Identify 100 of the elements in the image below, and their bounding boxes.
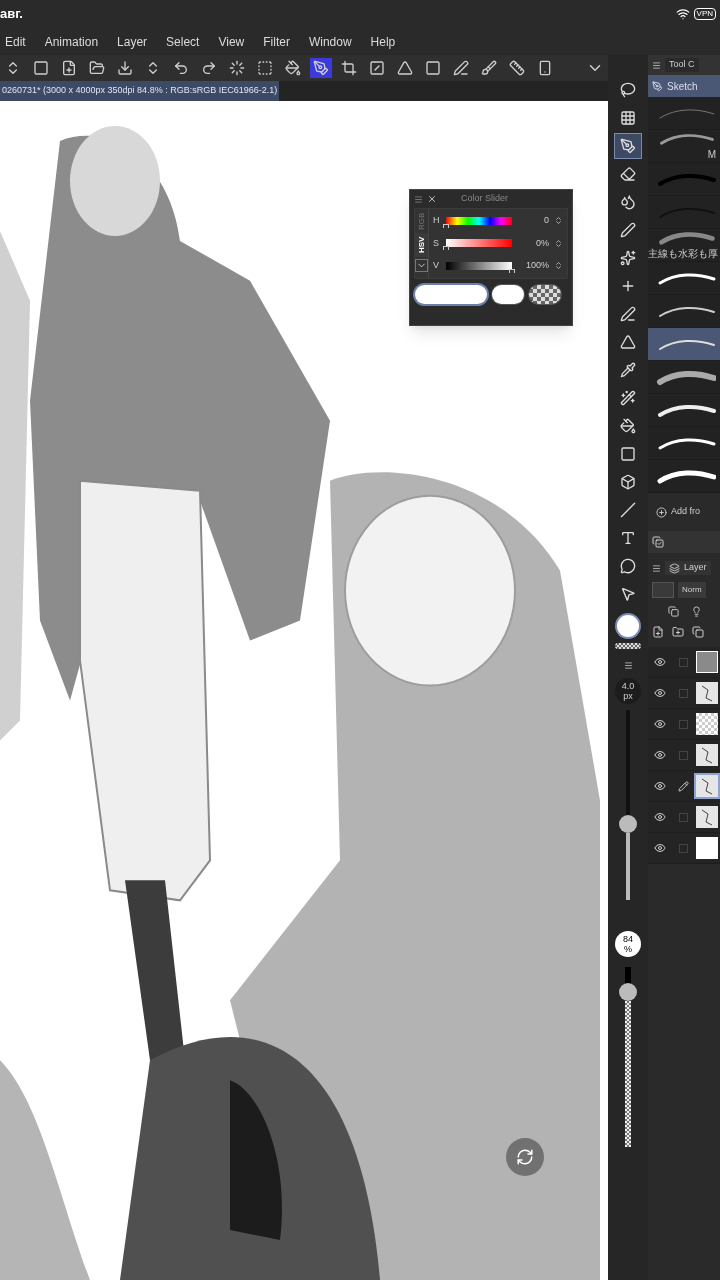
channel-value: 0	[544, 214, 549, 227]
eye-icon[interactable]	[654, 749, 666, 761]
layer-checkbox[interactable]	[678, 750, 688, 760]
eye-icon[interactable]	[654, 811, 666, 823]
spin-icon[interactable]	[554, 216, 563, 226]
layer-row[interactable]	[648, 678, 720, 709]
close-icon[interactable]	[427, 194, 437, 204]
slider-track[interactable]	[446, 216, 512, 225]
plus-circle-icon	[656, 506, 667, 518]
opacity-unit: %	[624, 944, 632, 954]
add-button[interactable]: Add fro	[648, 499, 720, 525]
layers-icon	[669, 562, 680, 574]
wifi-icon	[675, 7, 690, 21]
brush-item[interactable]: 主線も水彩も厚	[648, 229, 720, 262]
layer-thumbnail	[696, 837, 718, 859]
channel-label: V	[433, 259, 440, 272]
layer-thumbnail-frame[interactable]	[694, 649, 720, 675]
chevron-icon[interactable]	[415, 259, 428, 272]
opacity-fill[interactable]	[625, 1001, 631, 1147]
opacity-thumb[interactable]	[619, 983, 637, 1002]
pen-icon[interactable]	[310, 58, 332, 78]
pen-icon[interactable]	[614, 133, 642, 159]
layer-row[interactable]	[648, 647, 720, 678]
layer-thumbnail	[696, 806, 718, 828]
brush-item[interactable]	[648, 361, 720, 394]
panel-tab[interactable]: Tool C	[665, 58, 699, 72]
layer-thumbnail-frame[interactable]	[694, 680, 720, 706]
layer-checkbox[interactable]	[678, 843, 688, 853]
eye-icon[interactable]	[654, 780, 666, 792]
channel-value: 0%	[536, 236, 549, 250]
menu-item[interactable]: View	[218, 32, 245, 51]
spin-icon[interactable]	[554, 261, 563, 271]
mode-tab[interactable]: HSV	[415, 233, 428, 257]
color-swatch[interactable]	[415, 284, 487, 304]
rotate-icon	[516, 1148, 534, 1166]
group-tab[interactable]: Sketch	[648, 75, 720, 97]
slider-track[interactable]	[446, 261, 512, 270]
menu-icon[interactable]	[652, 563, 661, 573]
spin-icon[interactable]	[554, 238, 563, 248]
brush-item[interactable]	[648, 262, 720, 295]
layer-checkbox[interactable]	[678, 719, 688, 729]
layer-row[interactable]	[648, 802, 720, 833]
brush-item[interactable]	[648, 460, 720, 493]
transparent-swatch[interactable]	[529, 284, 561, 304]
layer-row[interactable]	[648, 740, 720, 771]
new-layer-icon[interactable]	[652, 626, 664, 638]
transparent-swatch[interactable]	[615, 643, 641, 649]
layer-thumbnail	[696, 713, 718, 735]
channel-label: H	[433, 214, 441, 227]
slider-thumb[interactable]	[509, 268, 515, 273]
brush-item[interactable]	[648, 295, 720, 328]
layer-thumbnail-frame[interactable]	[694, 711, 720, 737]
layer-checkbox[interactable]	[678, 812, 688, 822]
layer-checkbox[interactable]	[678, 688, 688, 698]
new-folder-icon[interactable]	[672, 626, 684, 638]
eye-icon[interactable]	[654, 656, 666, 668]
layer-row[interactable]	[648, 771, 720, 802]
copy-icon[interactable]	[668, 605, 679, 617]
layer-thumbnail-frame[interactable]	[694, 804, 720, 830]
layer-thumbnail-frame[interactable]	[694, 742, 720, 768]
slider-thumb[interactable]	[443, 223, 449, 228]
layers-check-icon[interactable]	[652, 536, 664, 548]
blend-mode-select[interactable]: Norm	[678, 582, 706, 598]
main-color-swatch[interactable]	[615, 613, 641, 639]
slider-thumb[interactable]	[443, 246, 449, 251]
layer-thumbnail	[696, 682, 718, 704]
layer-row[interactable]	[648, 833, 720, 864]
menu-item[interactable]: Filter	[263, 32, 290, 51]
color-mode-select[interactable]	[652, 582, 674, 598]
menu-item[interactable]: Layer	[117, 32, 148, 51]
menu-item[interactable]: Edit	[5, 32, 26, 51]
menu-icon[interactable]	[652, 60, 661, 70]
brush-item[interactable]	[648, 394, 720, 427]
brush-item[interactable]: M	[648, 130, 720, 163]
status-date: авг.	[0, 5, 23, 24]
menu-item[interactable]: Window	[308, 32, 352, 51]
eye-icon[interactable]	[654, 718, 666, 730]
brush-item[interactable]	[648, 328, 720, 361]
layer-checkbox[interactable]	[678, 657, 688, 667]
panel-tab[interactable]: Layer	[665, 561, 711, 575]
brush-item[interactable]	[648, 427, 720, 460]
copy-icon[interactable]	[692, 626, 704, 638]
eye-icon[interactable]	[654, 687, 666, 699]
lamp-icon[interactable]	[691, 605, 702, 617]
layer-thumbnail-frame[interactable]	[694, 835, 720, 861]
color-swatch[interactable]	[492, 284, 524, 304]
stroke-preview	[656, 467, 716, 485]
slider-track[interactable]	[446, 239, 512, 248]
menu-item[interactable]: Help	[370, 32, 396, 51]
opacity-value: 84	[623, 934, 633, 944]
channel-value: 100%	[525, 259, 549, 272]
document-tab[interactable]: 0260731* (3000 x 4000px 350dpi 84.8% : RGB:sRGB IEC61966-2.1)	[0, 81, 280, 101]
menu-icon[interactable]	[623, 661, 633, 670]
menu-item[interactable]: Select	[166, 32, 200, 51]
menu-item[interactable]: Animation	[44, 32, 99, 51]
menu-icon[interactable]	[414, 194, 423, 204]
layer-thumbnail-frame[interactable]	[694, 773, 720, 799]
layer-row[interactable]	[648, 709, 720, 740]
eye-icon[interactable]	[654, 842, 666, 854]
size-thumb[interactable]	[619, 815, 637, 833]
